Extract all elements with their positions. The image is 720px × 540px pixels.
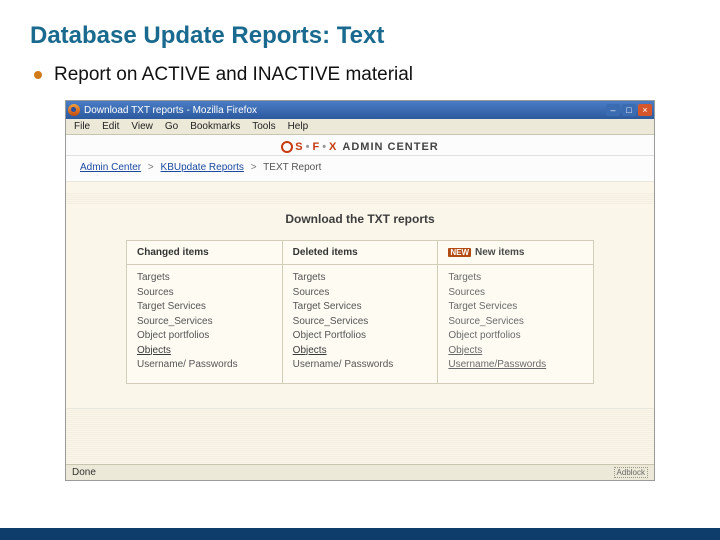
new-badge-icon: NEW <box>448 248 471 257</box>
ring-icon <box>281 141 293 153</box>
status-text: Done <box>72 467 96 478</box>
crumb-sep: > <box>251 162 257 173</box>
brand-f: F <box>312 141 319 153</box>
report-link[interactable]: Sources <box>137 286 272 301</box>
report-link[interactable]: Targets <box>448 271 583 286</box>
crumb-current: TEXT Report <box>263 162 321 173</box>
column-header: Deleted items <box>283 241 438 265</box>
menu-tools[interactable]: Tools <box>252 121 275 132</box>
column-header-label: New items <box>475 247 524 258</box>
menu-view[interactable]: View <box>131 121 153 132</box>
window-title: Download TXT reports - Mozilla Firefox <box>84 105 606 116</box>
slide-bullet: Report on ACTIVE and INACTIVE material <box>34 64 690 86</box>
report-link[interactable]: Sources <box>448 286 583 301</box>
admin-center-label: ADMIN CENTER <box>342 141 438 153</box>
column-header: NEW New items <box>438 241 593 265</box>
bullet-text: Report on ACTIVE and INACTIVE material <box>54 64 413 86</box>
adblock-indicator[interactable]: Adblock <box>614 467 648 478</box>
menubar: File Edit View Go Bookmarks Tools Help <box>66 119 654 135</box>
titlebar: Download TXT reports - Mozilla Firefox –… <box>66 101 654 119</box>
menu-edit[interactable]: Edit <box>102 121 119 132</box>
column-header: Changed items <box>127 241 282 265</box>
report-link[interactable]: Object portfolios <box>137 329 272 344</box>
crumb-kbupdate[interactable]: KBUpdate Reports <box>161 162 244 173</box>
slide-title: Database Update Reports: Text <box>30 22 690 50</box>
crumb-admin[interactable]: Admin Center <box>80 162 141 173</box>
breadcrumb: Admin Center > KBUpdate Reports > TEXT R… <box>66 156 654 182</box>
report-link[interactable]: Username/Passwords <box>448 358 583 373</box>
firefox-icon <box>68 104 80 116</box>
close-button[interactable]: × <box>638 104 652 116</box>
report-link[interactable]: Objects <box>137 344 272 359</box>
report-link[interactable]: Username/ Passwords <box>293 358 428 373</box>
menu-file[interactable]: File <box>74 121 90 132</box>
report-link[interactable]: Targets <box>293 271 428 286</box>
bullet-icon <box>34 71 42 79</box>
report-link[interactable]: Target Services <box>137 300 272 315</box>
menu-go[interactable]: Go <box>165 121 178 132</box>
report-link[interactable]: Username/ Passwords <box>137 358 272 373</box>
menu-help[interactable]: Help <box>288 121 309 132</box>
page-title: Download the TXT reports <box>66 204 654 240</box>
report-link[interactable]: Objects <box>448 344 583 359</box>
report-link[interactable]: Source_Services <box>293 315 428 330</box>
statusbar: Done Adblock <box>66 464 654 480</box>
footer-strip <box>0 528 720 540</box>
report-link[interactable]: Sources <box>293 286 428 301</box>
report-link[interactable]: Source_Services <box>137 315 272 330</box>
browser-window: Download TXT reports - Mozilla Firefox –… <box>65 100 655 481</box>
menu-bookmarks[interactable]: Bookmarks <box>190 121 240 132</box>
admin-header: S•F•X ADMIN CENTER <box>66 135 654 156</box>
report-link[interactable]: Target Services <box>293 300 428 315</box>
report-link[interactable]: Object portfolios <box>448 329 583 344</box>
maximize-button[interactable]: □ <box>622 104 636 116</box>
column-header-label: Deleted items <box>293 247 358 258</box>
report-link[interactable]: Objects <box>293 344 428 359</box>
column-header-label: Changed items <box>137 247 209 258</box>
report-link[interactable]: Source_Services <box>448 315 583 330</box>
sfx-logo: S•F•X <box>281 141 336 153</box>
report-link[interactable]: Target Services <box>448 300 583 315</box>
brand-x: X <box>329 141 336 153</box>
brand-s: S <box>295 141 302 153</box>
report-link[interactable]: Targets <box>137 271 272 286</box>
reports-table: Changed itemsTargetsSourcesTarget Servic… <box>126 240 594 384</box>
minimize-button[interactable]: – <box>606 104 620 116</box>
report-link[interactable]: Object Portfolios <box>293 329 428 344</box>
crumb-sep: > <box>148 162 154 173</box>
